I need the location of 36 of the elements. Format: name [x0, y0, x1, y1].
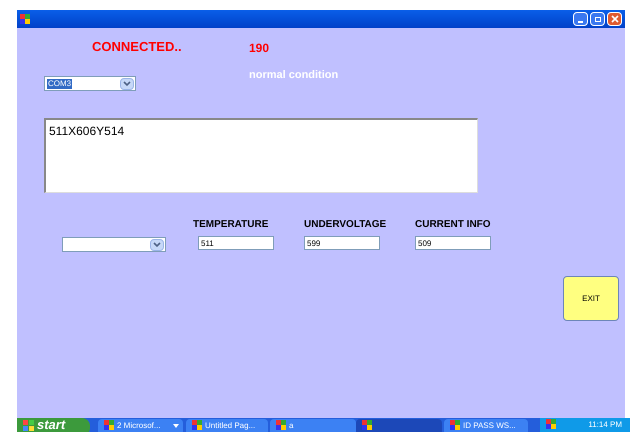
reading-field[interactable]: 509 [415, 236, 491, 250]
close-icon [610, 15, 618, 23]
app-icon [192, 420, 202, 430]
app-icon [362, 420, 372, 430]
close-button[interactable] [607, 12, 622, 26]
chevron-down-icon [153, 242, 161, 248]
app-icon [20, 14, 30, 24]
condition-label: normal condition [249, 68, 338, 83]
minimize-button[interactable] [573, 12, 588, 26]
reading-field[interactable]: 599 [304, 236, 380, 250]
taskbar-item[interactable] [356, 419, 442, 432]
app-icon [104, 420, 114, 430]
reading-label: TEMPERATURE [193, 218, 268, 232]
log-textbox[interactable]: 511X606Y514 [44, 118, 478, 193]
connection-status: CONNECTED.. [92, 38, 182, 56]
chevron-down-icon [123, 80, 131, 86]
taskbar-item[interactable]: ID PASS WS... [444, 419, 528, 432]
dropdown-button[interactable] [120, 78, 134, 90]
mode-dropdown[interactable] [62, 237, 166, 252]
count-value: 190 [249, 40, 270, 57]
start-button[interactable]: start [17, 418, 90, 432]
clock: 11:14 PM [588, 419, 622, 431]
exit-button[interactable]: EXIT [563, 276, 619, 321]
taskbar-item[interactable]: 2 Microsof... [98, 419, 183, 432]
dropdown-button[interactable] [150, 238, 164, 250]
app-icon [546, 419, 556, 429]
taskbar-item[interactable]: Untitled Pag... [186, 419, 268, 432]
reading-field[interactable]: 511 [198, 236, 274, 250]
reading-label: UNDERVOLTAGE [304, 218, 386, 232]
app-icon [450, 420, 460, 430]
taskbar-item[interactable]: a [270, 419, 356, 432]
port-dropdown[interactable]: COM3 [44, 76, 136, 91]
windows-logo-icon [23, 420, 34, 431]
app-icon [276, 420, 286, 430]
reading-label: CURRENT INFO [415, 218, 491, 232]
restore-button[interactable] [590, 12, 605, 26]
